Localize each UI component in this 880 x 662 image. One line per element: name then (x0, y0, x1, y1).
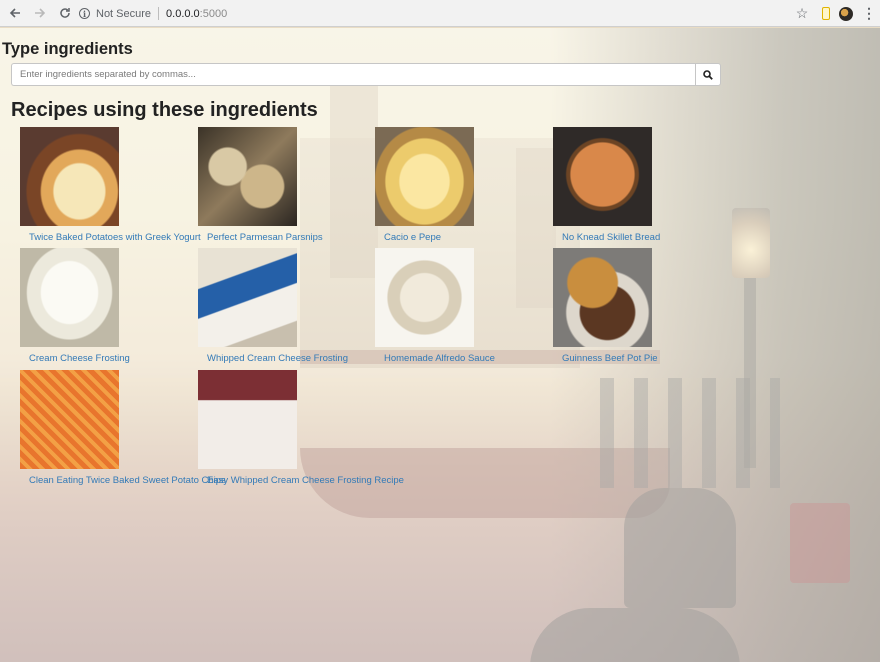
recipe-link[interactable]: Twice Baked Potatoes with Greek Yogurt (29, 232, 201, 243)
info-icon[interactable]: i (79, 8, 90, 19)
recipe-image[interactable] (20, 370, 119, 469)
profile-avatar[interactable] (839, 6, 853, 21)
recipe-image[interactable] (198, 370, 297, 469)
forward-arrow-icon (35, 8, 46, 18)
search-button[interactable] (695, 63, 721, 86)
browser-toolbar: i Not Secure 0.0.0.0:5000 ☆ ⋮ (0, 0, 880, 27)
forward-button[interactable] (30, 3, 50, 23)
back-arrow-icon (9, 8, 20, 18)
divider (158, 7, 160, 20)
menu-kebab-icon[interactable]: ⋮ (862, 5, 876, 22)
back-button[interactable] (5, 3, 25, 23)
url-host: 0.0.0.0 (166, 7, 200, 20)
page: Type ingredients Recipes using these ing… (0, 28, 880, 662)
recipe-link[interactable]: Cacio e Pepe (384, 232, 441, 243)
recipe-link[interactable]: Cream Cheese Frosting (29, 353, 130, 364)
recipe-link[interactable]: Homemade Alfredo Sauce (384, 353, 495, 364)
bookmark-star-icon[interactable]: ☆ (791, 5, 813, 22)
recipe-link[interactable]: Guinness Beef Pot Pie (562, 353, 658, 364)
recipe-image[interactable] (198, 127, 297, 226)
search-icon (703, 69, 713, 80)
url-port: :5000 (199, 7, 228, 20)
ingredients-input[interactable] (11, 63, 695, 86)
recipe-image[interactable] (553, 248, 652, 347)
reload-button[interactable] (55, 3, 75, 23)
address-bar[interactable]: i Not Secure 0.0.0.0:5000 (73, 3, 808, 24)
recipe-image[interactable] (375, 248, 474, 347)
ingredients-heading: Type ingredients (2, 40, 133, 58)
reload-icon (60, 8, 70, 18)
search-form (11, 63, 721, 86)
recipe-image[interactable] (20, 127, 119, 226)
recipe-image[interactable] (20, 248, 119, 347)
security-label: Not Secure (96, 7, 152, 20)
recipe-image[interactable] (375, 127, 474, 226)
extension-icon[interactable] (822, 7, 830, 20)
recipe-link[interactable]: Easy Whipped Cream Cheese Frosting Recip… (207, 475, 404, 486)
recipe-link[interactable]: No Knead Skillet Bread (562, 232, 660, 243)
recipes-heading: Recipes using these ingredients (11, 99, 318, 121)
recipe-image[interactable] (553, 127, 652, 226)
recipe-link[interactable]: Clean Eating Twice Baked Sweet Potato Ch… (29, 475, 226, 486)
recipe-image[interactable] (198, 248, 297, 347)
recipe-link[interactable]: Perfect Parmesan Parsnips (207, 232, 323, 243)
recipe-link[interactable]: Whipped Cream Cheese Frosting (207, 353, 348, 364)
